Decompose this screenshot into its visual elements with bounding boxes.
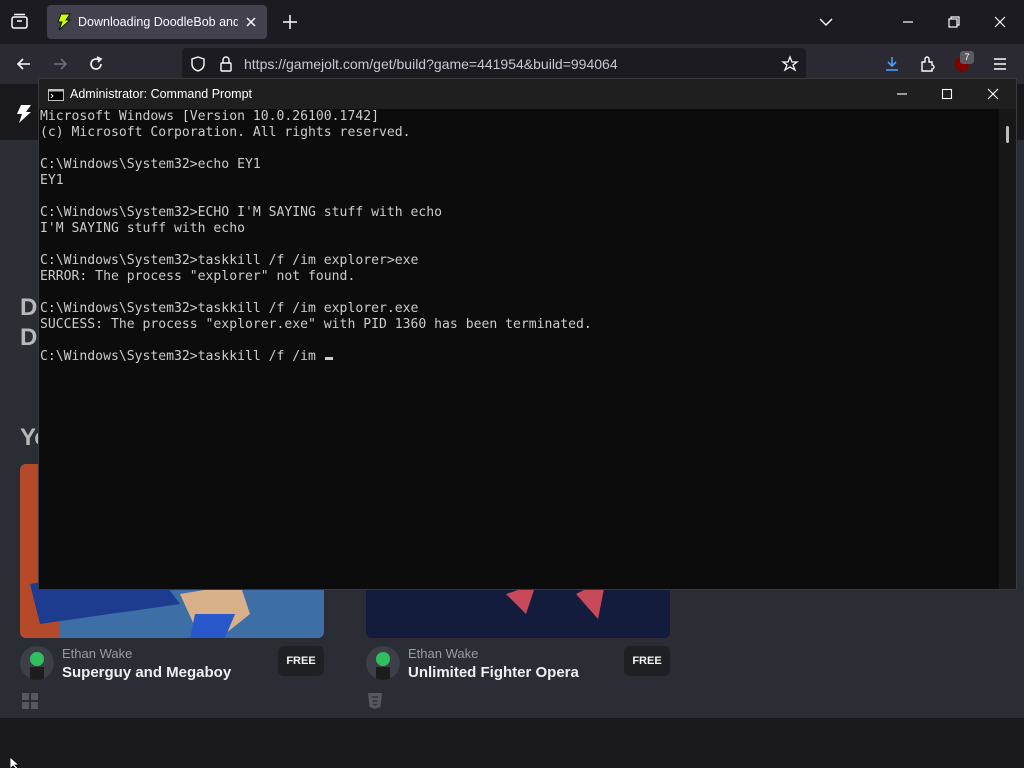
cmd-scrollbar[interactable]	[999, 109, 1016, 589]
price-badge[interactable]: FREE	[624, 646, 670, 676]
windows-icon	[21, 692, 39, 710]
gamejolt-logo-icon[interactable]	[14, 104, 34, 124]
tab-active[interactable]: Downloading DoodleBob and t	[47, 5, 267, 39]
tab-close-icon[interactable]	[243, 14, 259, 30]
tab-list-icon[interactable]	[8, 10, 32, 34]
minimize-icon[interactable]	[898, 12, 918, 32]
extensions-icon[interactable]	[918, 54, 938, 74]
console-line: EY1	[40, 173, 64, 188]
console-line: ERROR: The process "explorer" not found.	[40, 269, 356, 284]
forward-icon[interactable]	[50, 54, 70, 74]
game-card-meta: Ethan Wake Superguy and Megaboy FREE	[20, 644, 330, 704]
avatar[interactable]	[366, 646, 400, 680]
page-footer	[0, 718, 1024, 768]
cmd-title-bar[interactable]: Administrator: Command Prompt	[39, 79, 1016, 109]
cmd-minimize-icon[interactable]	[892, 84, 912, 104]
mouse-pointer-icon	[9, 756, 22, 768]
tab-title: Downloading DoodleBob and t	[78, 15, 238, 29]
url-text: https://gamejolt.com/get/build?game=4419…	[244, 56, 618, 72]
html5-icon	[366, 692, 384, 710]
game-title[interactable]: Superguy and Megaboy	[62, 664, 231, 681]
console-line: C:\Windows\System32>taskkill /f /im expl…	[40, 253, 419, 268]
console-line: Microsoft Windows [Version 10.0.26100.17…	[40, 109, 379, 124]
shield-icon[interactable]	[188, 54, 208, 74]
back-icon[interactable]	[14, 54, 34, 74]
console-line: C:\Windows\System32>taskkill /f /im expl…	[40, 301, 419, 316]
avatar[interactable]	[20, 646, 54, 680]
cmd-console-output[interactable]: Microsoft Windows [Version 10.0.26100.17…	[39, 109, 999, 589]
console-input-text[interactable]: C:\Windows\System32>taskkill /f /im	[40, 349, 324, 364]
cmd-close-icon[interactable]	[983, 84, 1003, 104]
desktop: Downloading DoodleBob and t https://game…	[0, 0, 1024, 768]
url-bar[interactable]: https://gamejolt.com/get/build?game=4419…	[182, 48, 806, 80]
text-cursor	[324, 357, 333, 360]
lock-icon[interactable]	[216, 54, 236, 74]
bookmark-star-icon[interactable]	[780, 54, 800, 74]
gamejolt-favicon-icon	[55, 13, 73, 31]
restore-icon[interactable]	[944, 12, 964, 32]
reload-icon[interactable]	[86, 54, 106, 74]
author-name[interactable]: Ethan Wake	[62, 646, 132, 661]
list-all-tabs-icon[interactable]	[816, 12, 836, 32]
command-prompt-window[interactable]: Administrator: Command Prompt Microsoft …	[38, 78, 1017, 590]
console-line: (c) Microsoft Corporation. All rights re…	[40, 125, 411, 140]
console-line: C:\Windows\System32>ECHO I'M SAYING stuf…	[40, 205, 443, 220]
cmd-app-icon	[48, 88, 64, 101]
scrollbar-thumb[interactable]	[1006, 126, 1009, 143]
hero-heading-line-2: D	[20, 324, 38, 351]
console-line: I'M SAYING stuff with echo	[40, 221, 245, 236]
hero-heading-line-1: D	[20, 294, 38, 321]
cmd-maximize-icon[interactable]	[937, 84, 957, 104]
new-tab-icon[interactable]	[280, 12, 300, 32]
console-line: SUCCESS: The process "explorer.exe" with…	[40, 317, 592, 332]
menu-icon[interactable]	[990, 54, 1010, 74]
close-window-icon[interactable]	[990, 12, 1010, 32]
console-line: C:\Windows\System32>echo EY1	[40, 157, 261, 172]
price-badge[interactable]: FREE	[278, 646, 324, 676]
game-title[interactable]: Unlimited Fighter Opera	[408, 664, 579, 681]
author-name[interactable]: Ethan Wake	[408, 646, 478, 661]
game-card-meta: Ethan Wake Unlimited Fighter Opera FREE	[366, 644, 676, 704]
extension-badge: 7	[960, 51, 974, 64]
cmd-window-title: Administrator: Command Prompt	[70, 87, 253, 101]
browser-tab-bar: Downloading DoodleBob and t	[0, 0, 1024, 44]
console-input-line[interactable]: C:\Windows\System32>taskkill /f /im	[40, 349, 999, 365]
downloads-icon[interactable]	[882, 54, 902, 74]
